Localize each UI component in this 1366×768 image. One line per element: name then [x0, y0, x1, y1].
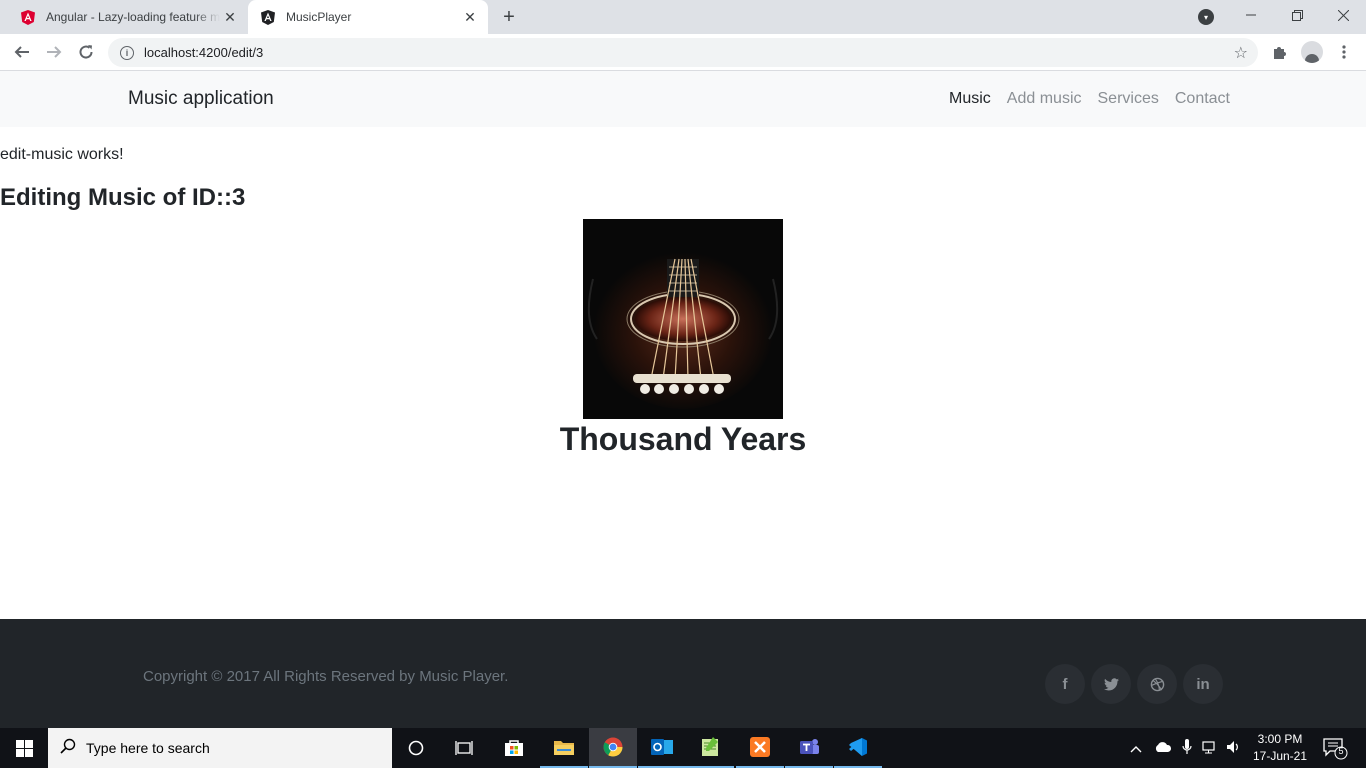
plus-icon[interactable]: +	[498, 6, 520, 28]
info-icon[interactable]: i	[120, 45, 134, 60]
bookmark-star-icon[interactable]: ☆	[1234, 43, 1248, 63]
url-text: localhost:4200/edit/3	[144, 45, 264, 60]
social-links: f in	[1045, 664, 1223, 704]
browser-tab-angular-docs[interactable]: Angular - Lazy-loading feature modules ✕	[8, 0, 248, 34]
twitter-icon[interactable]	[1091, 664, 1131, 704]
angular-black-icon	[260, 9, 276, 25]
chevron-up-icon[interactable]	[1130, 741, 1142, 756]
copyright-text: Copyright © 2017 All Rights Reserved by …	[143, 668, 509, 685]
linkedin-icon[interactable]: in	[1183, 664, 1223, 704]
vscode-icon[interactable]	[834, 728, 882, 768]
file-explorer-icon[interactable]	[540, 728, 588, 768]
browser-tab-strip: Angular - Lazy-loading feature modules ✕…	[0, 0, 1366, 34]
minimize-icon[interactable]	[1228, 0, 1274, 30]
microsoft-store-icon[interactable]	[490, 728, 538, 768]
windows-start-icon[interactable]	[0, 728, 48, 768]
close-tab-icon[interactable]: ✕	[460, 7, 480, 27]
editing-heading: Editing Music of ID::3	[0, 184, 246, 211]
album-cover-image	[583, 219, 783, 419]
reload-icon[interactable]	[74, 40, 98, 64]
close-window-icon[interactable]	[1320, 0, 1366, 30]
chrome-icon[interactable]	[589, 728, 637, 768]
nav-link-music[interactable]: Music	[949, 90, 991, 108]
outlook-icon[interactable]	[638, 728, 686, 768]
system-tray	[1130, 728, 1242, 768]
notification-center-icon[interactable]: 5	[1322, 736, 1348, 760]
window-controls	[1228, 0, 1366, 34]
network-icon[interactable]	[1202, 740, 1218, 757]
browser-toolbar: i localhost:4200/edit/3 ☆	[0, 34, 1366, 71]
clock-time: 3:00 PM	[1257, 732, 1303, 746]
onedrive-icon[interactable]	[1154, 741, 1172, 756]
teams-icon[interactable]	[785, 728, 833, 768]
nav-link-contact[interactable]: Contact	[1175, 90, 1230, 108]
close-tab-icon[interactable]: ✕	[220, 7, 240, 27]
microphone-icon[interactable]	[1182, 738, 1192, 758]
app-navbar: Music application Music Add music Servic…	[0, 71, 1366, 127]
clock-date: 17-Jun-21	[1252, 749, 1308, 763]
menu-kebab-icon[interactable]	[1332, 40, 1356, 64]
browser-tab-musicplayer[interactable]: MusicPlayer ✕	[248, 0, 488, 34]
app-nav-links: Music Add music Services Contact	[949, 90, 1230, 108]
forward-arrow-icon[interactable]	[42, 40, 66, 64]
taskbar-search-input[interactable]: Type here to search	[48, 728, 392, 768]
tab-title: MusicPlayer	[286, 10, 352, 24]
notification-count-badge: 5	[1338, 746, 1344, 756]
angular-red-icon	[20, 9, 36, 25]
cortana-icon[interactable]	[392, 728, 440, 768]
nav-link-services[interactable]: Services	[1098, 90, 1159, 108]
tab-title: Angular - Lazy-loading feature modules	[46, 10, 220, 24]
windows-taskbar: Type here to search 3:00 PM 17-Jun-21 5	[0, 728, 1366, 768]
app-brand[interactable]: Music application	[128, 88, 274, 110]
nav-link-add-music[interactable]: Add music	[1007, 90, 1082, 108]
taskbar-clock[interactable]: 3:00 PM 17-Jun-21	[1246, 731, 1314, 765]
facebook-icon[interactable]: f	[1045, 664, 1085, 704]
search-icon	[60, 738, 76, 759]
back-arrow-icon[interactable]	[10, 40, 34, 64]
restore-icon[interactable]	[1274, 0, 1320, 30]
page-footer: Copyright © 2017 All Rights Reserved by …	[0, 619, 1366, 729]
xampp-icon[interactable]	[736, 728, 784, 768]
profile-avatar-icon[interactable]	[1300, 40, 1324, 64]
volume-icon[interactable]	[1226, 740, 1242, 757]
address-bar[interactable]: i localhost:4200/edit/3 ☆	[108, 38, 1258, 67]
extensions-puzzle-icon[interactable]	[1268, 40, 1292, 64]
tab-search-icon[interactable]: ▾	[1198, 9, 1214, 25]
component-works-text: edit-music works!	[0, 146, 124, 163]
notepad-plus-plus-icon[interactable]	[686, 728, 734, 768]
dribbble-icon[interactable]	[1137, 664, 1177, 704]
song-title: Thousand Years	[559, 421, 807, 457]
search-placeholder: Type here to search	[86, 740, 210, 756]
task-view-icon[interactable]	[440, 728, 488, 768]
